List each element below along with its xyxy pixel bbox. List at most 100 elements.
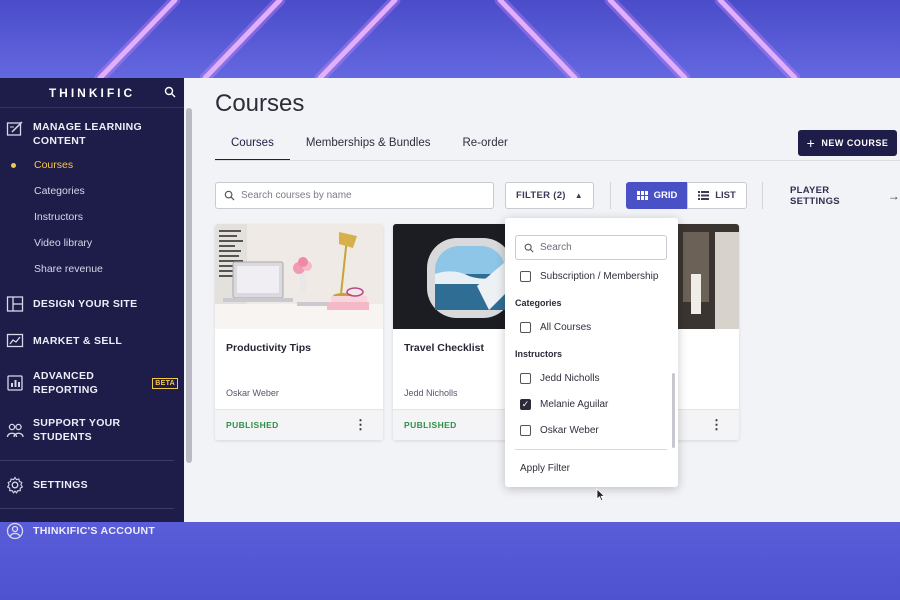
tab-memberships-bundles[interactable]: Memberships & Bundles <box>290 128 447 161</box>
grid-view-button[interactable]: GRID <box>626 182 688 209</box>
option-label: Melanie Aguilar <box>540 399 609 410</box>
nav-label: THINKIFIC'S ACCOUNT <box>33 525 156 537</box>
filter-dropdown: Subscription / Membership Categories All… <box>505 218 678 487</box>
filter-label: FILTER (2) <box>515 190 566 201</box>
account-icon <box>6 522 24 540</box>
filter-search[interactable] <box>515 235 667 260</box>
main-content: Courses Courses Memberships & Bundles Re… <box>194 78 900 522</box>
sidebar: THINKIFIC MANAGE LEARNING CONTENT Course… <box>0 78 184 540</box>
sidebar-item-courses[interactable]: Courses <box>0 152 184 178</box>
course-author: Oskar Weber <box>226 388 279 398</box>
nav-label: MANAGE LEARNING CONTENT <box>33 121 142 147</box>
list-view-button[interactable]: LIST <box>687 182 747 209</box>
sidebar-item-instructors[interactable]: Instructors <box>0 204 184 230</box>
dropdown-scrollbar[interactable] <box>672 373 675 448</box>
checkbox-checked[interactable]: ✓ <box>520 399 531 410</box>
nav-manage-learning-content[interactable]: MANAGE LEARNING CONTENT <box>0 120 184 148</box>
backdrop-top <box>0 0 900 78</box>
nav-thinkific-account[interactable]: THINKIFIC'S ACCOUNT <box>0 522 184 540</box>
grid-icon <box>636 191 648 200</box>
sidebar-header: THINKIFIC <box>0 78 184 108</box>
course-title: Travel Checklist <box>404 342 484 354</box>
more-options-icon[interactable]: ⋮ <box>354 417 367 433</box>
nav-market-sell[interactable]: MARKET & SELL <box>0 332 184 350</box>
nav-label: MARKET & SELL <box>33 335 123 347</box>
player-settings-label: PLAYER SETTINGS <box>790 184 840 207</box>
scrollbar-thumb[interactable] <box>186 108 192 463</box>
filter-option-instructor[interactable]: Jedd Nicholls <box>520 373 599 384</box>
course-thumbnail <box>215 224 383 329</box>
caret-up-icon: ▲ <box>574 191 583 200</box>
sidebar-divider <box>0 508 174 509</box>
filter-option-instructor[interactable]: Oskar Weber <box>520 425 599 436</box>
filter-heading-instructors: Instructors <box>515 349 563 359</box>
status-badge: PUBLISHED <box>226 420 279 430</box>
nav-design-your-site[interactable]: DESIGN YOUR SITE <box>0 295 184 313</box>
users-icon <box>6 423 24 438</box>
nav-support-your-students[interactable]: SUPPORT YOUR STUDENTS <box>0 416 184 444</box>
filter-button[interactable]: FILTER (2) ▲ <box>505 182 594 209</box>
filter-option-all-courses[interactable]: All Courses <box>520 322 591 333</box>
tab-reorder[interactable]: Re-order <box>446 128 523 161</box>
list-label: LIST <box>715 190 736 201</box>
filter-search-input[interactable] <box>540 242 660 253</box>
nav-label: DESIGN YOUR SITE <box>33 298 138 310</box>
arrow-right-icon: → <box>887 188 900 203</box>
layout-icon <box>6 296 24 312</box>
course-author: Jedd Nicholls <box>404 388 458 398</box>
toolbar-separator <box>762 182 763 209</box>
sidebar-item-label: Courses <box>34 159 74 171</box>
mouse-cursor-icon <box>596 488 606 502</box>
nav-label: ADVANCED REPORTING <box>33 370 99 396</box>
more-options-icon[interactable]: ⋮ <box>710 417 723 433</box>
option-label: Subscription / Membership <box>540 271 659 282</box>
sidebar-item-video-library[interactable]: Video library <box>0 230 184 256</box>
checkbox[interactable] <box>520 271 531 282</box>
nav-label: SUPPORT YOUR STUDENTS <box>33 417 121 443</box>
grid-label: GRID <box>653 190 678 201</box>
option-label: Jedd Nicholls <box>540 373 600 384</box>
sidebar-scrollbar[interactable] <box>184 78 194 522</box>
apply-filter-button[interactable]: Apply Filter <box>520 463 570 474</box>
status-badge: PUBLISHED <box>404 420 457 430</box>
search-icon[interactable] <box>164 86 176 98</box>
option-label: Oskar Weber <box>540 425 599 436</box>
toolbar-separator <box>610 182 611 209</box>
list-icon <box>698 191 710 200</box>
search-icon <box>224 190 235 201</box>
course-card[interactable]: Productivity Tips Oskar Weber PUBLISHED … <box>215 224 383 440</box>
new-course-button[interactable]: + NEW COURSE <box>798 130 897 156</box>
option-label: All Courses <box>540 322 592 333</box>
nav-label: SETTINGS <box>33 479 88 491</box>
page-title: Courses <box>215 90 305 117</box>
gear-icon <box>6 476 24 494</box>
checkbox[interactable] <box>520 373 531 384</box>
filter-option-membership[interactable]: Subscription / Membership <box>520 271 658 282</box>
sidebar-item-share-revenue[interactable]: Share revenue <box>0 256 184 282</box>
checkbox[interactable] <box>520 322 531 333</box>
sidebar-divider <box>0 460 174 461</box>
logo: THINKIFIC <box>48 85 136 100</box>
sidebar-item-label: Video library <box>34 237 93 249</box>
sidebar-item-categories[interactable]: Categories <box>0 178 184 204</box>
sidebar-item-label: Share revenue <box>34 263 103 275</box>
tab-courses[interactable]: Courses <box>215 128 290 161</box>
checkbox[interactable] <box>520 425 531 436</box>
sidebar-item-label: Categories <box>34 185 85 197</box>
nav-settings[interactable]: SETTINGS <box>0 476 184 494</box>
chart-icon <box>6 333 24 348</box>
search-input[interactable] <box>241 190 481 201</box>
beta-badge: BETA <box>152 377 178 389</box>
player-settings-link[interactable]: PLAYER SETTINGS → <box>790 182 900 209</box>
plus-icon: + <box>806 135 816 151</box>
course-search[interactable] <box>215 182 494 209</box>
card-footer: PUBLISHED ⋮ <box>215 409 383 440</box>
new-course-label: NEW COURSE <box>821 138 889 148</box>
active-dot <box>11 163 16 168</box>
filter-heading-categories: Categories <box>515 298 562 308</box>
filter-option-instructor[interactable]: ✓ Melanie Aguilar <box>520 399 608 410</box>
app-window: THINKIFIC MANAGE LEARNING CONTENT Course… <box>0 78 900 540</box>
nav-advanced-reporting[interactable]: ADVANCED REPORTING BETA <box>0 369 184 397</box>
report-icon <box>7 375 23 391</box>
sidebar-item-label: Instructors <box>34 211 84 223</box>
